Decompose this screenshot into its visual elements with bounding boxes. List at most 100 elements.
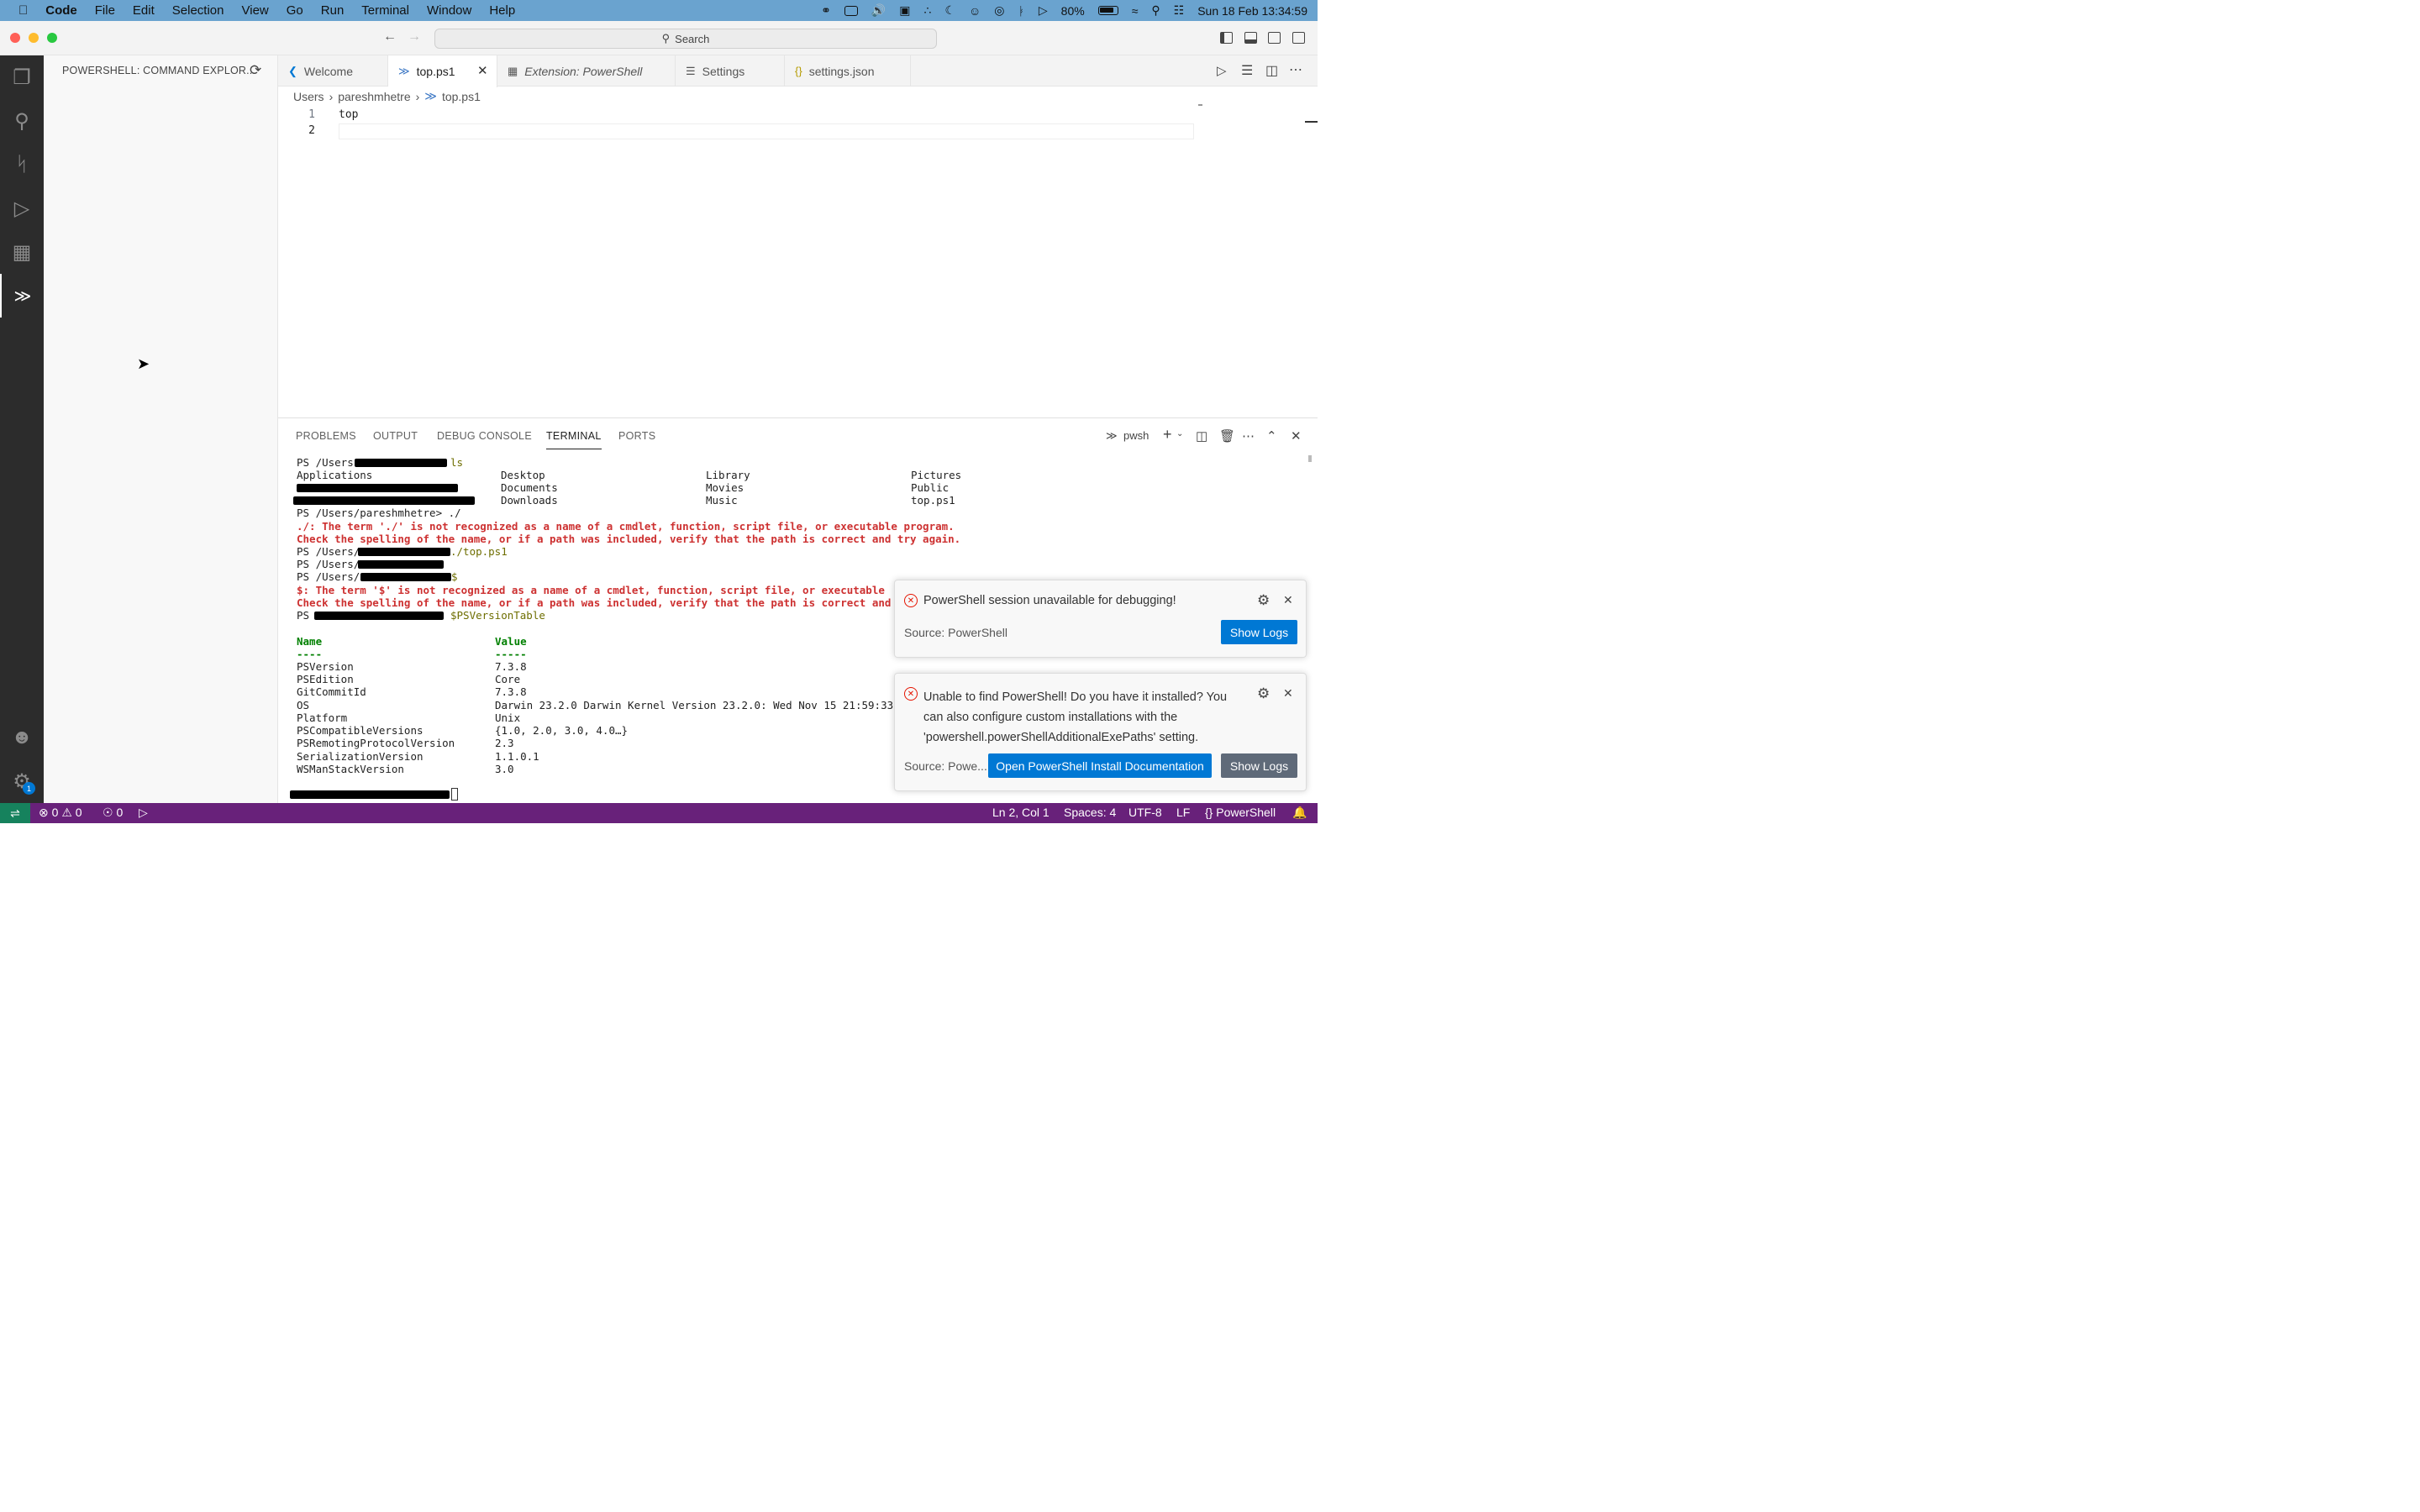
menu-window[interactable]: Window — [427, 3, 471, 18]
control-center-icon[interactable]: ☷ — [1174, 3, 1185, 18]
breadcrumb-users[interactable]: Users — [293, 90, 324, 103]
end-of-line[interactable]: LF — [1176, 806, 1190, 819]
refresh-icon[interactable]: ⟳ — [250, 62, 261, 79]
display-icon[interactable] — [844, 5, 858, 16]
zoom-window-button[interactable] — [47, 33, 57, 43]
mouse-cursor-icon: ➤ — [137, 355, 150, 372]
account-icon[interactable]: ☻ — [0, 716, 44, 759]
source-control-icon[interactable]: ᛋ — [0, 143, 44, 186]
forward-arrow-icon[interactable]: → — [408, 29, 421, 45]
breadcrumb-user[interactable]: pareshmhetre — [338, 90, 410, 103]
new-terminal-icon[interactable]: + — [1163, 426, 1172, 444]
code-line[interactable]: top — [339, 108, 358, 121]
language-mode[interactable]: {} PowerShell — [1205, 806, 1276, 819]
terminal-shell-name[interactable]: pwsh — [1123, 429, 1149, 442]
show-logs-button[interactable]: Show Logs — [1221, 620, 1297, 644]
tab-welcome[interactable]: ❮ Welcome — [278, 55, 388, 87]
tab-problems[interactable]: PROBLEMS — [296, 430, 356, 442]
tab-top-ps1[interactable]: ≫ top.ps1 ✕ — [388, 55, 497, 87]
glasses-icon[interactable]: ⚭ — [821, 3, 831, 18]
ls-entry: Library — [706, 469, 750, 481]
run-debug-icon[interactable]: ▷ — [0, 186, 44, 230]
terminal-line: PS — [297, 609, 310, 622]
breadcrumb-file[interactable]: top.ps1 — [442, 90, 481, 103]
minimap-slider[interactable] — [1198, 104, 1202, 106]
customize-layout-icon[interactable] — [1292, 32, 1305, 44]
manage-gear-icon[interactable]: ⚙ — [0, 759, 44, 803]
toggle-secondary-sidebar-icon[interactable] — [1268, 32, 1281, 44]
user-icon[interactable]: ☺ — [969, 4, 981, 18]
cursor-position[interactable]: Ln 2, Col 1 — [992, 806, 1050, 819]
table-row-name: PSVersion — [297, 660, 354, 673]
open-install-docs-button[interactable]: Open PowerShell Install Documentation — [988, 753, 1212, 778]
menu-selection[interactable]: Selection — [172, 3, 224, 18]
gear-icon[interactable]: ⚙ — [1257, 592, 1270, 609]
menu-file[interactable]: File — [95, 3, 115, 18]
menu-app-name[interactable]: Code — [45, 3, 77, 18]
toggle-panel-icon[interactable] — [1244, 32, 1257, 44]
tab-settings[interactable]: ☰ Settings — [676, 55, 785, 87]
battery-icon[interactable] — [1097, 6, 1118, 15]
explorer-icon[interactable]: ❐ — [0, 55, 44, 99]
menu-view[interactable]: View — [242, 3, 269, 18]
gear-icon[interactable]: ⚙ — [1257, 685, 1270, 702]
close-tab-icon[interactable]: ✕ — [477, 63, 488, 78]
menu-terminal[interactable]: Terminal — [361, 3, 409, 18]
wifi-icon[interactable]: ≈ — [1132, 4, 1139, 18]
indentation[interactable]: Spaces: 4 — [1064, 806, 1116, 819]
terminal-line: PS /Users/pareshmhetre> ./ — [297, 507, 461, 519]
menu-edit[interactable]: Edit — [133, 3, 155, 18]
moon-icon[interactable]: ☾ — [944, 3, 955, 18]
minimize-window-button[interactable] — [29, 33, 39, 43]
toggle-primary-sidebar-icon[interactable] — [1220, 32, 1233, 44]
tab-ports[interactable]: PORTS — [618, 430, 655, 442]
spotlight-icon[interactable]: ⚲ — [1151, 3, 1160, 18]
run-selection-icon[interactable]: ☰ — [1241, 62, 1253, 79]
close-window-button[interactable] — [10, 33, 20, 43]
problems-status[interactable]: ⊗ 0 ⚠ 0 — [39, 806, 82, 820]
close-icon[interactable]: ✕ — [1283, 686, 1293, 701]
close-icon[interactable]: ✕ — [1283, 593, 1293, 607]
back-arrow-icon[interactable]: ← — [383, 29, 397, 45]
search-icon[interactable]: ⚲ — [0, 99, 44, 143]
trash-icon[interactable]: 🗑 — [1219, 428, 1235, 444]
menu-help[interactable]: Help — [489, 3, 515, 18]
bluetooth-icon[interactable]: ᛓ — [1018, 4, 1024, 18]
tab-settings-json[interactable]: {} settings.json — [785, 55, 911, 87]
debug-status-icon[interactable]: ▷ — [139, 806, 148, 820]
command-center-search[interactable]: ⚲ Search — [434, 29, 937, 49]
table-row-name: Platform — [297, 711, 348, 724]
clock[interactable]: Sun 18 Feb 13:34:59 — [1197, 4, 1307, 18]
chevron-down-icon[interactable]: ⌄ — [1176, 429, 1183, 438]
powershell-icon[interactable]: ≫ — [0, 274, 44, 318]
more-actions-icon[interactable]: ⋯ — [1289, 61, 1302, 78]
tab-terminal[interactable]: TERMINAL — [546, 430, 602, 449]
menu-go[interactable]: Go — [287, 3, 303, 18]
tab-extension-powershell[interactable]: ▦ Extension: PowerShell — [497, 55, 676, 87]
airdrop-icon[interactable]: ◎ — [994, 3, 1004, 18]
encoding[interactable]: UTF-8 — [1128, 806, 1162, 819]
play-icon[interactable]: ▷ — [1039, 3, 1048, 18]
table-row-value: Core — [495, 673, 521, 685]
terminal-scrollbar[interactable] — [1308, 455, 1312, 462]
split-terminal-icon[interactable]: ◫ — [1196, 428, 1207, 444]
show-logs-button[interactable]: Show Logs — [1221, 753, 1297, 778]
macos-menubar:  Code File Edit Selection View Go Run T… — [0, 0, 1318, 21]
volume-icon[interactable]: 🔊 — [871, 3, 886, 18]
table-row-value: 7.3.8 — [495, 685, 527, 698]
tab-debug-console[interactable]: DEBUG CONSOLE — [437, 430, 532, 442]
ports-status[interactable]: ☉ 0 — [103, 806, 123, 820]
menu-run[interactable]: Run — [321, 3, 345, 18]
close-panel-icon[interactable]: ✕ — [1291, 428, 1302, 444]
more-actions-icon[interactable]: ⋯ — [1242, 428, 1255, 444]
maximize-panel-icon[interactable]: ⌃ — [1266, 428, 1277, 444]
apple-icon[interactable]:  — [18, 3, 28, 18]
split-editor-icon[interactable]: ◫ — [1265, 62, 1278, 79]
stage-manager-icon[interactable]: ▣ — [899, 3, 910, 18]
activity-icon[interactable]: ∴ — [923, 3, 931, 18]
run-file-icon[interactable]: ▷ — [1217, 63, 1227, 78]
remote-indicator-icon[interactable]: ⇌ — [0, 803, 30, 823]
bell-icon[interactable]: 🔔 — [1292, 806, 1307, 820]
tab-output[interactable]: OUTPUT — [373, 430, 418, 442]
extensions-icon[interactable]: ▦ — [0, 230, 44, 274]
